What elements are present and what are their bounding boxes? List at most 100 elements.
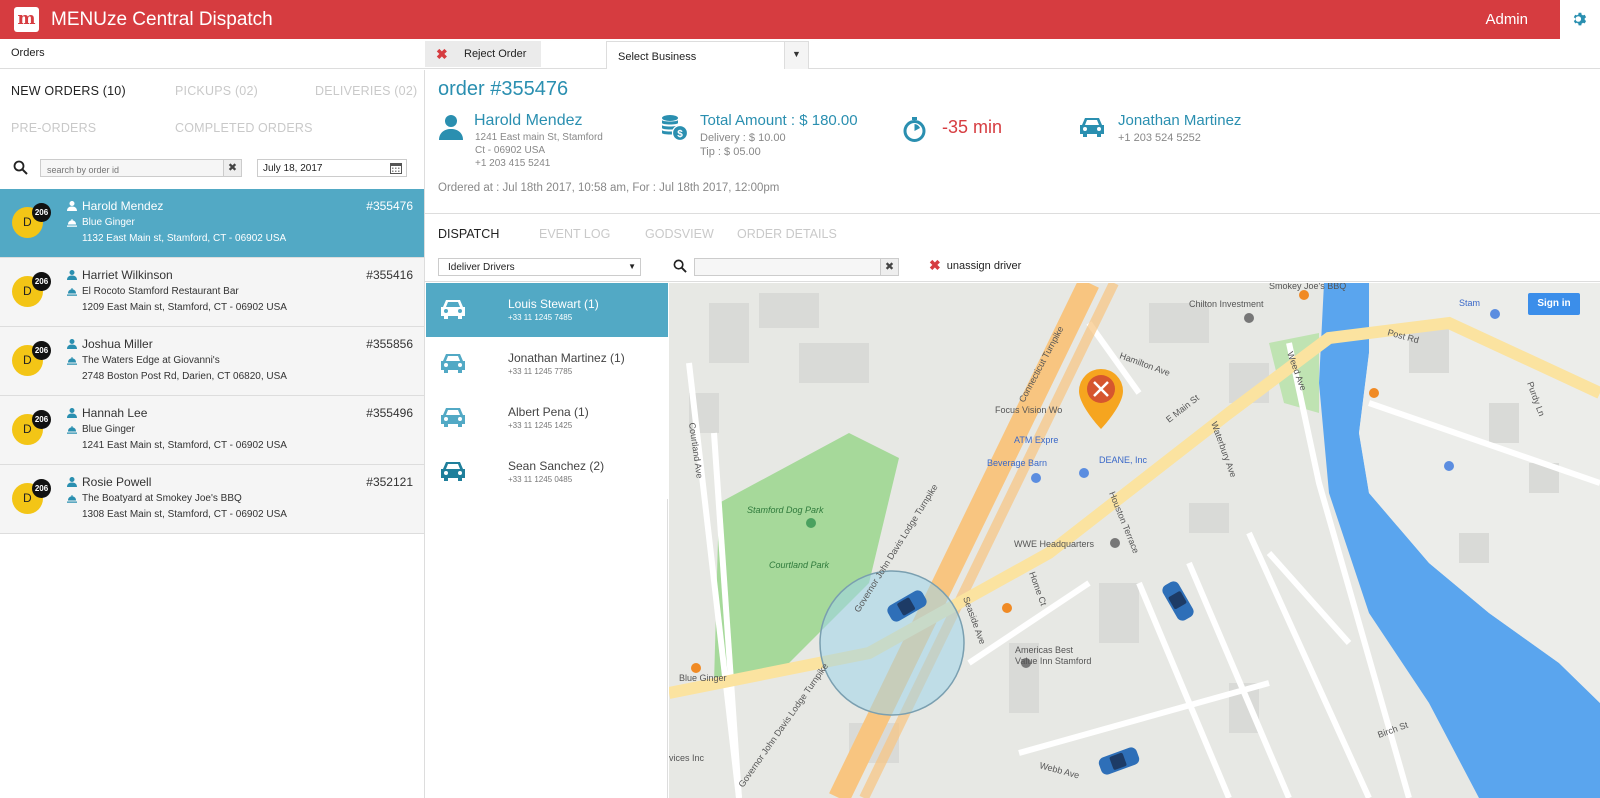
driver-item[interactable]: Louis Stewart (1) +33 11 1245 7485: [426, 283, 668, 337]
driver-phone: +33 11 1245 7485: [508, 313, 573, 322]
business-select[interactable]: Select Business ▼: [606, 41, 809, 69]
toolbar: Orders ✖ Reject Order Select Business ▼: [0, 39, 1600, 69]
person-icon: [67, 477, 77, 487]
order-search: ✖: [40, 159, 242, 178]
clear-search-icon[interactable]: ✖: [880, 259, 898, 275]
customer-name: Joshua Miller: [82, 337, 153, 351]
map-canvas[interactable]: Smokey Joe's BBQ Chilton Investment Post…: [669, 283, 1600, 798]
order-search-input[interactable]: [41, 162, 221, 178]
order-id: #355476: [366, 199, 413, 213]
user-menu[interactable]: Admin: [1485, 11, 1528, 28]
tab-deliveries[interactable]: DELIVERIES (02): [315, 84, 417, 98]
delivery-address: 1132 East Main st, Stamford, CT - 06902 …: [82, 233, 287, 244]
delivery-address: 1241 East Main st, Stamford, CT - 06902 …: [82, 440, 287, 451]
map-label: Chilton Investment: [1189, 299, 1264, 309]
delivery-address: 1308 East Main st, Stamford, CT - 06902 …: [82, 509, 287, 520]
order-type-badge: D 206: [12, 410, 51, 445]
tab-pre-orders[interactable]: PRE-ORDERS: [11, 121, 96, 135]
car-icon: [441, 408, 465, 427]
order-type-badge: D 206: [12, 203, 51, 238]
map-label: Value Inn Stamford: [1015, 656, 1091, 666]
map-sign-in-button[interactable]: Sign in: [1528, 293, 1580, 315]
tab-order-details[interactable]: ORDER DETAILS: [737, 227, 837, 241]
customer-name: Hannah Lee: [82, 406, 148, 420]
order-row[interactable]: D 206 Joshua Miller The Waters Edge at Gi…: [0, 327, 424, 396]
date-picker[interactable]: July 18, 2017: [257, 159, 407, 177]
total-amount: Total Amount : $ 180.00: [700, 112, 858, 129]
map[interactable]: Smokey Joe's BBQ Chilton Investment Post…: [669, 283, 1600, 798]
badge-count: 206: [32, 341, 51, 360]
driver-phone: +33 11 1245 0485: [508, 475, 573, 484]
person-icon: [67, 408, 77, 418]
app-title: MENUze Central Dispatch: [51, 9, 273, 30]
map-label: Smokey Joe's BBQ: [1269, 283, 1346, 291]
restaurant-name: El Rocoto Stamford Restaurant Bar: [82, 286, 239, 297]
tab-orders[interactable]: ORDERS: [258, 121, 313, 135]
map-label: Courtland Park: [769, 560, 830, 570]
tip-amount: Tip : $ 05.00: [700, 146, 761, 158]
order-type-badge: D 206: [12, 341, 51, 376]
driver-item[interactable]: Albert Pena (1) +33 11 1245 1425: [426, 391, 668, 445]
calendar-icon[interactable]: [390, 162, 402, 177]
delivery-address: 1209 East Main st, Stamford, CT - 06902 …: [82, 302, 287, 313]
gear-icon: [1573, 12, 1587, 26]
chevron-down-icon[interactable]: ▼: [784, 42, 808, 69]
map-label: ATM Expre: [1014, 435, 1058, 445]
driver-group-label: Ideliver Drivers: [448, 262, 515, 273]
ordered-at: Ordered at : Jul 18th 2017, 10:58 am, Fo…: [438, 182, 780, 194]
restaurant-name: The Waters Edge at Giovanni's: [82, 355, 220, 366]
driver-radius: [819, 570, 965, 716]
customer-name: Harold Mendez: [474, 112, 583, 129]
tab-completed[interactable]: COMPLETED: [175, 121, 255, 135]
driver-name: Sean Sanchez (2): [508, 459, 605, 473]
cloche-icon: [67, 426, 77, 434]
close-icon: ✖: [929, 257, 941, 273]
cloche-icon: [67, 357, 77, 365]
tab-pickups[interactable]: PICKUPS (02): [175, 84, 258, 98]
order-type-badge: D 206: [12, 479, 51, 514]
tab-dispatch[interactable]: DISPATCH: [438, 227, 499, 241]
order-type-badge: D 206: [12, 272, 51, 307]
map-label: Americas Best: [1015, 645, 1074, 655]
badge-count: 206: [32, 479, 51, 498]
assigned-driver-name: Jonathan Martinez: [1118, 112, 1242, 129]
restaurant-name: Blue Ginger: [82, 217, 135, 228]
order-id: #355856: [366, 337, 413, 351]
map-label: Stam: [1459, 298, 1480, 308]
driver-group-select[interactable]: Ideliver Drivers ▼: [438, 258, 641, 276]
chevron-down-icon: ▼: [628, 262, 636, 271]
cloche-icon: [67, 219, 77, 227]
car-icon: [441, 300, 465, 319]
orders-list: D 206 Harold Mendez Blue Ginger 1132 East…: [0, 189, 424, 534]
search-icon[interactable]: [673, 259, 687, 278]
order-id: #355416: [366, 268, 413, 282]
order-id: #355496: [366, 406, 413, 420]
settings-button[interactable]: [1560, 0, 1600, 39]
driver-name: Louis Stewart (1): [508, 297, 599, 311]
map-label: Blue Ginger: [679, 673, 727, 683]
reject-order-button[interactable]: ✖ Reject Order: [425, 41, 541, 67]
badge-letter: D: [23, 215, 32, 229]
search-icon[interactable]: [13, 160, 28, 180]
order-row[interactable]: D 206 Rosie Powell The Boatyard at Smokey…: [0, 465, 424, 534]
driver-search-input[interactable]: [695, 261, 875, 278]
tab-event-log[interactable]: EVENT LOG: [539, 227, 610, 241]
map-label: Stamford Dog Park: [747, 505, 824, 515]
tab-new-orders[interactable]: NEW ORDERS (10): [11, 84, 126, 98]
order-row[interactable]: D 206 Hannah Lee Blue Ginger 1241 East Ma…: [0, 396, 424, 465]
map-label: Beverage Barn: [987, 458, 1047, 468]
driver-item[interactable]: Sean Sanchez (2) +33 11 1245 0485: [426, 445, 668, 499]
orders-panel: NEW ORDERS (10) PICKUPS (02) DELIVERIES …: [0, 70, 425, 798]
unassign-driver-button[interactable]: ✖ unassign driver: [929, 257, 1021, 274]
svg-text:$: $: [677, 129, 683, 140]
clear-search-icon[interactable]: ✖: [223, 160, 241, 176]
tab-godsview[interactable]: GODSVIEW: [645, 227, 714, 241]
driver-item[interactable]: Jonathan Martinez (1) +33 11 1245 7785: [426, 337, 668, 391]
map-label: vices Inc: [669, 753, 705, 763]
person-icon: [67, 270, 77, 280]
order-row[interactable]: D 206 Harriet Wilkinson El Rocoto Stamfor…: [0, 258, 424, 327]
cloche-icon: [67, 288, 77, 296]
badge-letter: D: [23, 353, 32, 367]
badge-count: 206: [32, 203, 51, 222]
order-row[interactable]: D 206 Harold Mendez Blue Ginger 1132 East…: [0, 189, 424, 258]
